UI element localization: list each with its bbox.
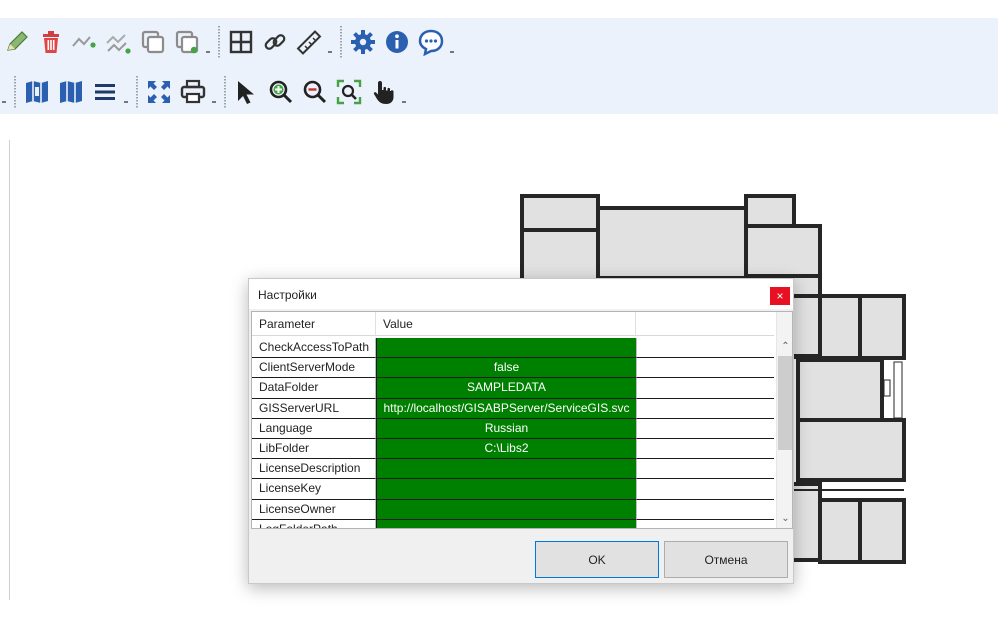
toolbar-row-2 <box>0 72 410 112</box>
empty-cell <box>636 479 774 500</box>
toolbar-separator <box>218 26 220 58</box>
polyline-icon[interactable] <box>68 25 102 59</box>
toolbar-separator <box>136 76 138 108</box>
grid-body: CheckAccessToPath ClientServerMode false … <box>252 338 774 528</box>
pan-hand-icon[interactable] <box>366 75 400 109</box>
scroll-thumb[interactable] <box>778 356 792 450</box>
value-cell[interactable] <box>376 519 636 528</box>
toolbar-row-1 <box>0 22 458 62</box>
chat-icon[interactable] <box>414 25 448 59</box>
zoom-out-icon[interactable] <box>298 75 332 109</box>
value-cell[interactable] <box>376 479 636 500</box>
param-cell: LicenseKey <box>252 479 376 500</box>
cancel-button[interactable]: Отмена <box>664 541 788 578</box>
pointer-icon[interactable] <box>230 75 264 109</box>
table-row[interactable]: Language Russian <box>252 418 774 439</box>
zoom-fit-icon[interactable] <box>332 75 366 109</box>
vertical-scrollbar[interactable]: ⌃ ⌄ <box>776 312 792 528</box>
table-row[interactable]: LicenseKey <box>252 479 774 500</box>
empty-cell <box>636 438 774 460</box>
empty-cell <box>636 418 774 439</box>
gear-icon[interactable] <box>346 25 380 59</box>
empty-cell <box>636 358 774 379</box>
column-header-value[interactable]: Value <box>376 312 636 336</box>
column-header-empty <box>636 312 774 336</box>
table-row[interactable]: LibFolder C:\Libs2 <box>252 438 774 460</box>
toolbar-separator <box>14 76 16 108</box>
value-cell[interactable] <box>376 338 636 359</box>
dialog-title-bar: Настройки × <box>249 279 793 309</box>
grid-header: Parameter Value <box>252 312 774 336</box>
table-row[interactable]: LicenseDescription <box>252 459 774 480</box>
value-cell[interactable]: false <box>376 358 636 379</box>
copy-check-icon[interactable] <box>170 25 204 59</box>
param-cell: Language <box>252 418 376 439</box>
toolbar-dropdown[interactable] <box>0 75 10 109</box>
table-row[interactable]: GISServerURL http://localhost/GISABPServe… <box>252 398 774 419</box>
value-cell[interactable] <box>376 499 636 520</box>
param-cell: LicenseOwner <box>252 499 376 520</box>
toolbar-dropdown[interactable] <box>326 25 336 59</box>
toolbar-separator <box>224 76 226 108</box>
zoom-in-icon[interactable] <box>264 75 298 109</box>
ok-button[interactable]: OK <box>535 541 659 578</box>
param-cell: CheckAccessToPath <box>252 338 376 359</box>
ruler-icon[interactable] <box>292 25 326 59</box>
polyline-edit-icon[interactable] <box>102 25 136 59</box>
map-icon[interactable] <box>54 75 88 109</box>
param-cell: DataFolder <box>252 378 376 399</box>
value-cell[interactable]: C:\Libs2 <box>376 438 636 460</box>
grid-icon[interactable] <box>224 25 258 59</box>
toolbar-dropdown[interactable] <box>448 25 458 59</box>
empty-cell <box>636 459 774 480</box>
value-cell[interactable]: SAMPLEDATA <box>376 378 636 399</box>
param-cell: LicenseDescription <box>252 459 376 480</box>
close-icon: × <box>776 289 784 303</box>
param-cell: GISServerURL <box>252 398 376 419</box>
value-cell[interactable]: http://localhost/GISABPServer/ServiceGIS… <box>376 398 636 419</box>
trash-icon[interactable] <box>34 25 68 59</box>
toolbar-dropdown[interactable] <box>122 75 132 109</box>
layers-map-icon[interactable] <box>20 75 54 109</box>
info-icon[interactable] <box>380 25 414 59</box>
table-row[interactable]: DataFolder SAMPLEDATA <box>252 378 774 399</box>
empty-cell <box>636 378 774 399</box>
empty-cell <box>636 398 774 419</box>
scroll-up-icon[interactable]: ⌃ <box>777 338 792 355</box>
toolbar-dropdown[interactable] <box>400 75 410 109</box>
toolbar-separator <box>340 26 342 58</box>
list-icon[interactable] <box>88 75 122 109</box>
empty-cell <box>636 519 774 528</box>
toolbar-dropdown[interactable] <box>204 25 214 59</box>
param-cell: ClientServerMode <box>252 358 376 379</box>
value-cell[interactable] <box>376 459 636 480</box>
table-row[interactable]: LogFolderPath <box>252 519 774 528</box>
link-icon[interactable] <box>258 25 292 59</box>
empty-cell <box>636 499 774 520</box>
param-cell: LogFolderPath <box>252 519 376 528</box>
table-row[interactable]: ClientServerMode false <box>252 358 774 379</box>
pencil-icon[interactable] <box>0 25 34 59</box>
table-row[interactable]: CheckAccessToPath <box>252 338 774 359</box>
scroll-down-icon[interactable]: ⌄ <box>777 510 792 527</box>
left-panel-edge <box>0 140 10 600</box>
column-header-parameter[interactable]: Parameter <box>252 312 376 336</box>
toolbar-dropdown[interactable] <box>210 75 220 109</box>
copy-icon[interactable] <box>136 25 170 59</box>
close-button[interactable]: × <box>770 287 790 305</box>
print-icon[interactable] <box>176 75 210 109</box>
value-cell[interactable]: Russian <box>376 418 636 439</box>
dialog-title: Настройки <box>258 288 317 302</box>
table-row[interactable]: LicenseOwner <box>252 499 774 520</box>
empty-cell <box>636 338 774 359</box>
param-cell: LibFolder <box>252 438 376 460</box>
settings-grid: Parameter Value CheckAccessToPath Client… <box>251 311 793 529</box>
fullscreen-icon[interactable] <box>142 75 176 109</box>
settings-dialog: Настройки × Parameter Value CheckAccessT… <box>248 278 794 584</box>
